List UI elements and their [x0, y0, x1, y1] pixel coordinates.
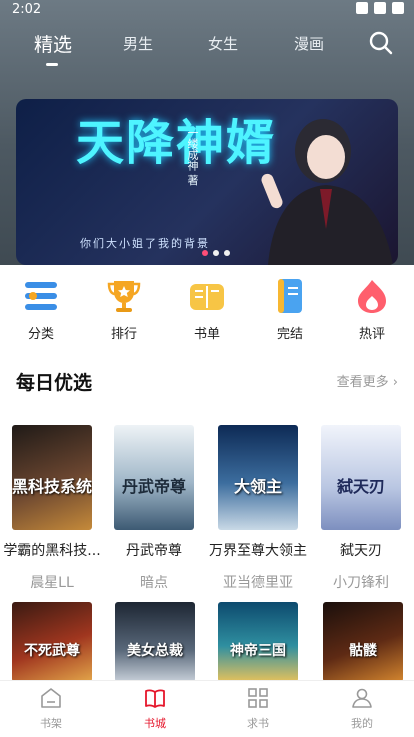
book-cover-title: 丹武帝尊 [121, 477, 186, 496]
battery-icon [392, 2, 404, 14]
banner-subtitle: 你们大小姐了我的背景 [80, 237, 210, 250]
nav-hot-reviews[interactable]: 热评 [337, 278, 407, 342]
nav-ranking[interactable]: 排行 [89, 278, 159, 342]
book-cover[interactable]: 弑天刃 [321, 425, 401, 530]
chevron-right-icon: › [392, 375, 398, 390]
book-card[interactable]: 弑天刃 弑天刃 小刀锋利 [311, 425, 411, 592]
book-cover[interactable]: 大领主 [218, 425, 298, 530]
bottom-nav-bookshelf-label: 书架 [40, 717, 62, 730]
finished-book-icon [278, 279, 302, 313]
nav-category-label: 分类 [27, 327, 54, 342]
book-cover-title: 黑科技系统 [12, 477, 92, 496]
profile-icon [352, 688, 372, 708]
bottom-nav-profile-label: 我的 [351, 717, 373, 730]
bookshelf-icon [41, 688, 61, 708]
book-cover[interactable]: 丹武帝尊 [114, 425, 194, 530]
bottom-nav-request[interactable]: 求书 [228, 687, 288, 731]
book-author: 亚当德里亚 [223, 575, 293, 591]
book-title[interactable]: 万界至尊大领主 [208, 540, 308, 560]
book-cover[interactable]: 美女总裁 [115, 602, 195, 682]
book-cover[interactable]: 骷髅 [323, 602, 403, 682]
grid-icon [248, 688, 268, 708]
see-more-label: 查看更多 [336, 375, 389, 390]
book-title[interactable]: 弑天刃 [311, 540, 411, 560]
signal-icon [374, 2, 386, 14]
pagination-dot [224, 250, 230, 256]
book-card[interactable]: 丹武帝尊 丹武帝尊 暗点 [104, 425, 204, 592]
book-cover-title: 弑天刃 [336, 477, 385, 496]
bottom-nav-profile[interactable]: 我的 [332, 687, 392, 731]
active-tab-indicator [46, 63, 58, 66]
banner-author: 一缕成神 著 [186, 127, 199, 186]
book-cover[interactable]: 神帝三国 [218, 602, 298, 682]
see-more-link[interactable]: 查看更多 › [337, 371, 398, 390]
flame-icon [358, 280, 386, 313]
nav-category[interactable]: 分类 [6, 278, 76, 342]
nav-booklist-label: 书单 [193, 327, 220, 342]
search-icon[interactable] [368, 30, 394, 56]
bottom-nav-bookstore-label: 书城 [144, 717, 166, 730]
book-cover-title: 不死武尊 [24, 643, 80, 659]
tab-male[interactable]: 男生 [123, 33, 153, 54]
book-cover-title: 神帝三国 [230, 643, 286, 659]
nav-finished-label: 完结 [276, 327, 303, 342]
section-title-daily-picks: 每日优选 [16, 372, 93, 394]
category-nav: 分类 排行 书单 完结 热评 [0, 278, 414, 342]
nav-booklist[interactable]: 书单 [172, 278, 242, 342]
tab-featured[interactable]: 精选 [34, 30, 72, 57]
wifi-icon [356, 2, 368, 14]
book-cover-title: 美女总裁 [127, 643, 183, 659]
book-card[interactable]: 黑科技系统 学霸的黑科技... 晨星LL [2, 425, 102, 592]
trophy-icon [107, 281, 141, 312]
status-time: 2:02 [12, 2, 42, 17]
book-cover-title: 大领主 [233, 477, 282, 496]
book-author: 小刀锋利 [333, 575, 389, 591]
tab-comic[interactable]: 漫画 [294, 33, 324, 54]
book-author: 晨星LL [30, 575, 74, 591]
book-author: 暗点 [140, 575, 168, 591]
pagination-dot-active [202, 250, 208, 256]
bottom-nav-request-label: 求书 [247, 717, 269, 730]
book-title[interactable]: 学霸的黑科技... [2, 540, 102, 560]
book-cover-title: 骷髅 [349, 643, 377, 659]
book-card[interactable]: 大领主 万界至尊大领主 亚当德里亚 [208, 425, 308, 592]
book-title[interactable]: 丹武帝尊 [104, 540, 204, 560]
bookstore-icon [145, 689, 165, 708]
bottom-nav: 书架 书城 求书 我的 [0, 680, 414, 737]
banner-character-art [261, 119, 393, 265]
book-cover[interactable]: 不死武尊 [12, 602, 92, 682]
booklist-icon [190, 284, 224, 310]
top-tabs: 精选 男生 女生 漫画 [0, 30, 414, 70]
nav-hot-reviews-label: 热评 [358, 327, 385, 342]
bottom-nav-bookstore[interactable]: 书城 [125, 687, 185, 731]
book-cover[interactable]: 黑科技系统 [12, 425, 92, 530]
category-icon [25, 282, 57, 310]
status-icons [356, 2, 404, 14]
nav-finished[interactable]: 完结 [255, 278, 325, 342]
tab-female[interactable]: 女生 [208, 33, 238, 54]
bottom-nav-bookshelf[interactable]: 书架 [21, 687, 81, 731]
banner-pagination [202, 250, 230, 256]
pagination-dot [213, 250, 219, 256]
promo-banner[interactable]: 天降神婿 一缕成神 著 你们大小姐了我的背景 [16, 99, 398, 265]
nav-ranking-label: 排行 [110, 327, 137, 342]
